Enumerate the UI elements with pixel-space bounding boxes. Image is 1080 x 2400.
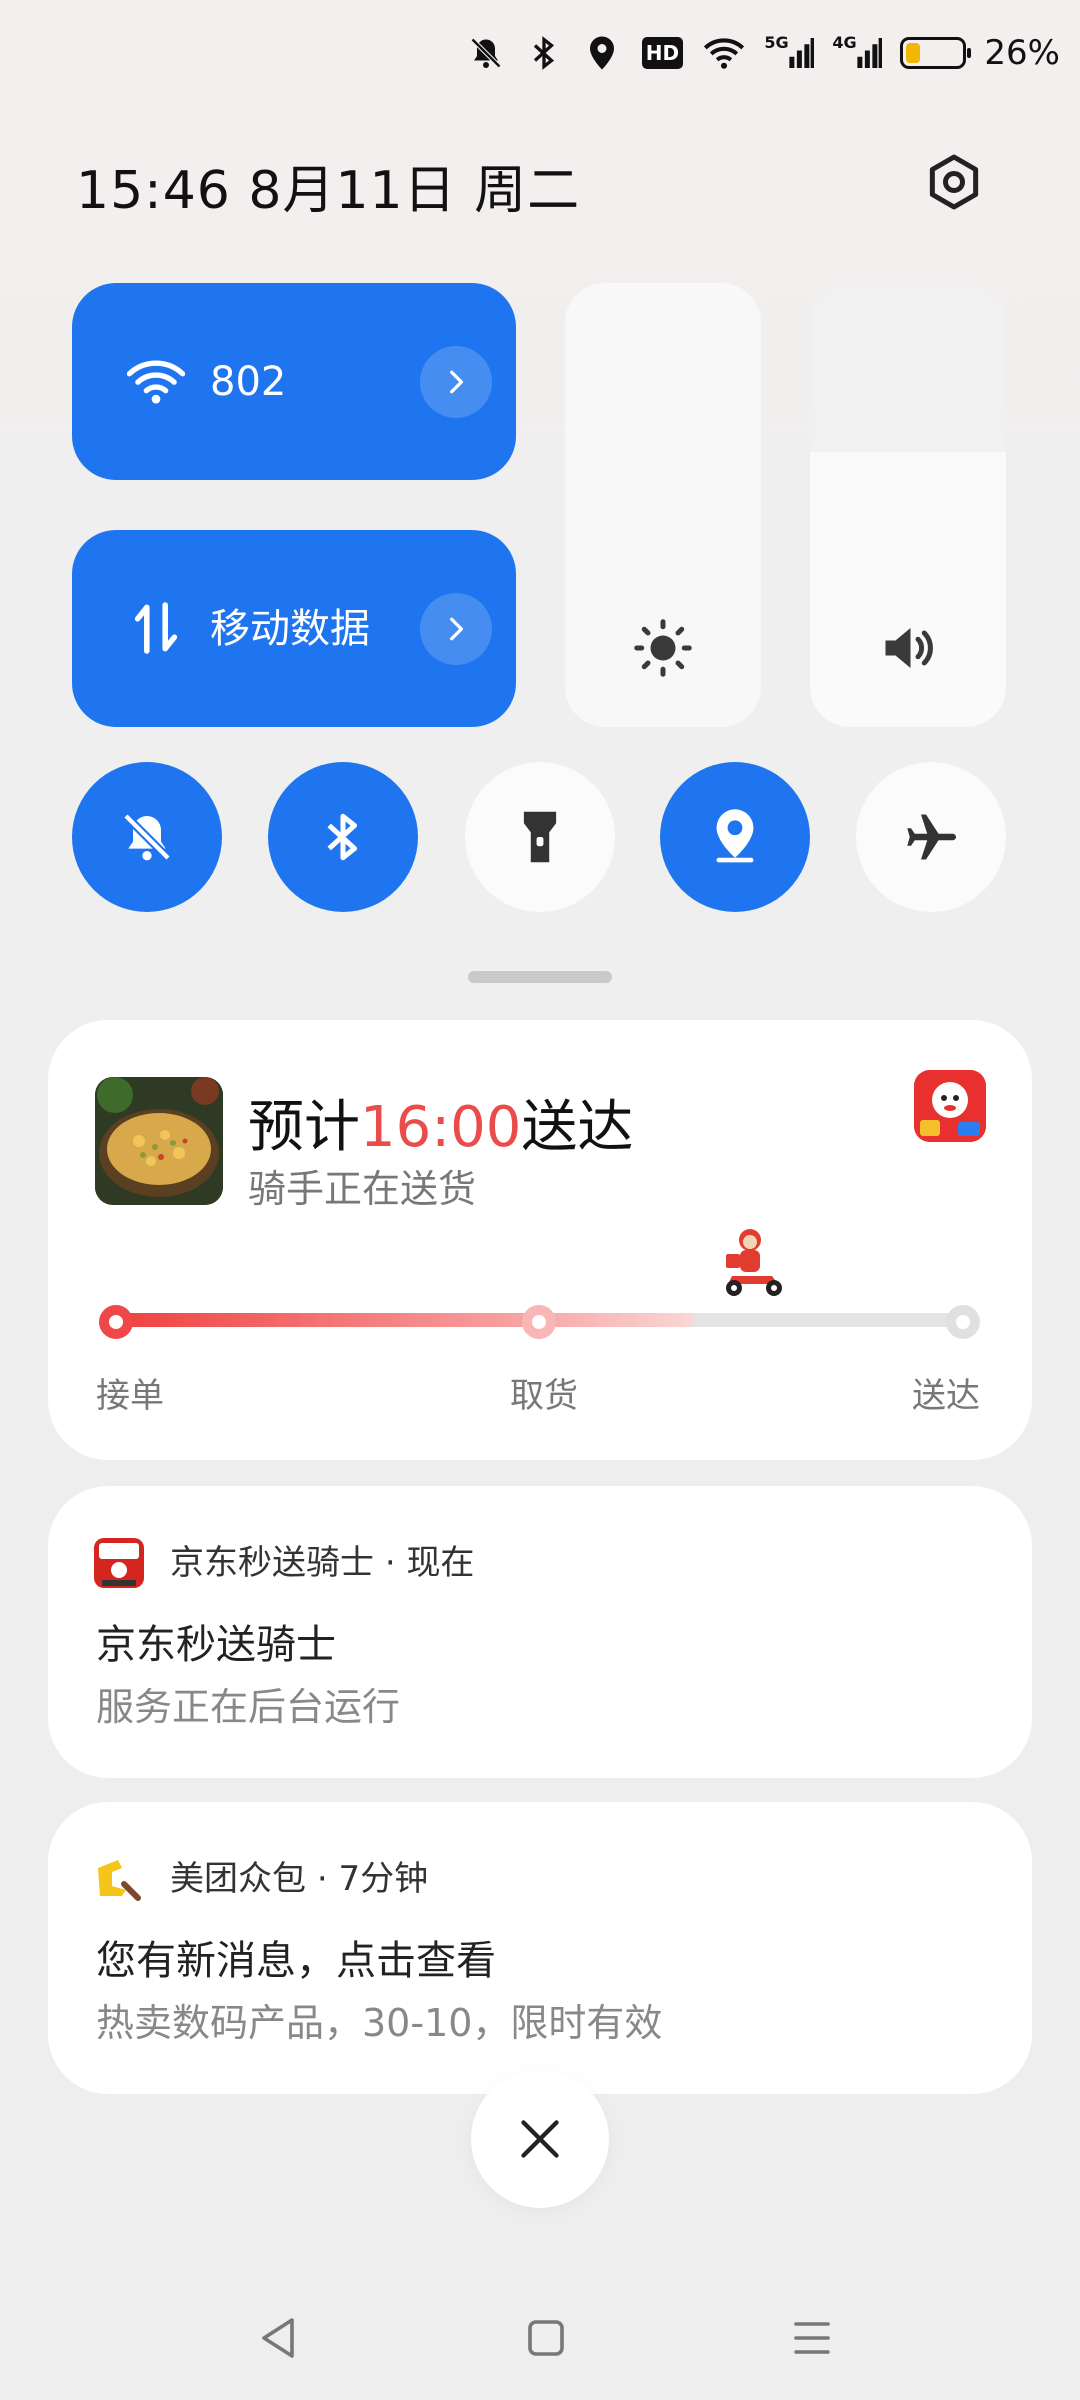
status-bar: HD 5G 4G 26%	[0, 0, 1080, 110]
jd-rider-app-icon	[94, 1538, 144, 1588]
meituan-app-icon	[94, 1854, 144, 1904]
battery-level-fill	[906, 43, 921, 63]
battery-percent: 26%	[984, 33, 1060, 73]
eta-prefix: 预计	[248, 1095, 360, 1160]
wifi-icon	[116, 341, 196, 421]
nav-home-button[interactable]	[506, 2298, 586, 2378]
notification-body: 服务正在后台运行	[96, 1685, 401, 1729]
notification-time: 7分钟	[338, 1859, 429, 1899]
volume-level-fill	[810, 451, 1006, 727]
step-dot-accept	[99, 1305, 133, 1339]
step-label-accept: 接单	[96, 1376, 164, 1416]
airplane-toggle[interactable]	[856, 762, 1006, 912]
location-toggle[interactable]	[660, 762, 810, 912]
airplane-icon	[907, 814, 956, 860]
notification-header: 京东秒送骑士 · 现在	[170, 1538, 474, 1588]
signal-5g-icon: 5G	[764, 33, 815, 73]
wifi-tile[interactable]: 802	[72, 283, 516, 480]
notification-separator: ·	[316, 1859, 328, 1899]
eta-suffix: 送达	[521, 1095, 634, 1160]
wifi-status-icon	[702, 33, 746, 73]
step-dot-pickup	[522, 1305, 556, 1339]
sun-icon	[628, 613, 698, 683]
location-status-icon	[582, 33, 622, 73]
mute-toggle[interactable]	[72, 762, 222, 912]
menu-icon	[794, 2322, 830, 2354]
delivery-card[interactable]: 预计16:00送达 骑手正在送货 接单 取货 送达	[48, 1020, 1032, 1460]
food-thumbnail	[95, 1077, 223, 1205]
bluetooth-toggle[interactable]	[268, 762, 418, 912]
notification-app-name: 京东秒送骑士	[170, 1543, 374, 1583]
chevron-right-icon	[450, 370, 464, 394]
notification-title: 您有新消息，点击查看	[96, 1938, 496, 1984]
notification-time: 现在	[406, 1543, 475, 1583]
rider-scooter-icon	[718, 1228, 788, 1300]
volume-slider[interactable]	[810, 283, 1006, 727]
delivery-status: 骑手正在送货	[248, 1167, 477, 1211]
chevron-right-icon	[450, 617, 464, 641]
navigation-bar	[0, 2280, 1080, 2390]
step-label-deliver: 送达	[912, 1376, 980, 1416]
drag-handle[interactable]	[468, 971, 612, 983]
clear-notifications-button[interactable]	[471, 2070, 609, 2208]
notification-separator: ·	[384, 1543, 396, 1583]
wifi-details-button[interactable]	[420, 346, 492, 418]
nav-menu-button[interactable]	[772, 2298, 852, 2378]
settings-icon	[929, 154, 979, 210]
bluetooth-status-icon	[524, 33, 564, 73]
notification-jd-rider[interactable]: 京东秒送骑士 · 现在 京东秒送骑士 服务正在后台运行	[48, 1486, 1032, 1778]
delivery-progress-fill	[116, 1313, 694, 1327]
mute-status-icon	[466, 33, 506, 73]
notification-title: 京东秒送骑士	[96, 1622, 336, 1668]
step-dot-deliver	[946, 1305, 980, 1339]
close-icon	[521, 2120, 559, 2158]
eta-text: 预计16:00送达	[248, 1082, 633, 1163]
speaker-icon	[873, 613, 943, 683]
settings-button[interactable]	[918, 146, 990, 218]
date-time: 15:46 8月11日 周二	[76, 161, 581, 221]
notification-app-name: 美团众包	[170, 1859, 306, 1899]
hd-status-icon: HD	[640, 33, 684, 73]
home-square-icon	[528, 2320, 564, 2356]
signal-4g-icon: 4G	[832, 33, 883, 73]
mobile-data-tile[interactable]: 移动数据	[72, 530, 516, 727]
battery-icon	[900, 37, 972, 69]
data-arrows-icon	[116, 588, 196, 668]
back-icon	[262, 2318, 294, 2358]
mobile-data-label: 移动数据	[210, 606, 370, 652]
bell-off-icon	[123, 813, 171, 861]
flashlight-icon	[523, 811, 557, 863]
bluetooth-icon	[327, 813, 358, 861]
wifi-network-name: 802	[210, 359, 287, 405]
notification-header: 美团众包 · 7分钟	[170, 1854, 428, 1904]
step-label-pickup: 取货	[510, 1376, 578, 1416]
eta-time: 16:00	[360, 1095, 522, 1160]
notification-meituan[interactable]: 美团众包 · 7分钟 您有新消息，点击查看 热卖数码产品，30-10，限时有效	[48, 1802, 1032, 2094]
mobile-data-details-button[interactable]	[420, 593, 492, 665]
location-icon	[716, 809, 754, 863]
flashlight-toggle[interactable]	[465, 762, 615, 912]
brightness-slider[interactable]	[565, 283, 761, 727]
jd-app-logo	[914, 1070, 986, 1142]
nav-back-button[interactable]	[238, 2298, 318, 2378]
notification-body: 热卖数码产品，30-10，限时有效	[96, 2001, 663, 2045]
